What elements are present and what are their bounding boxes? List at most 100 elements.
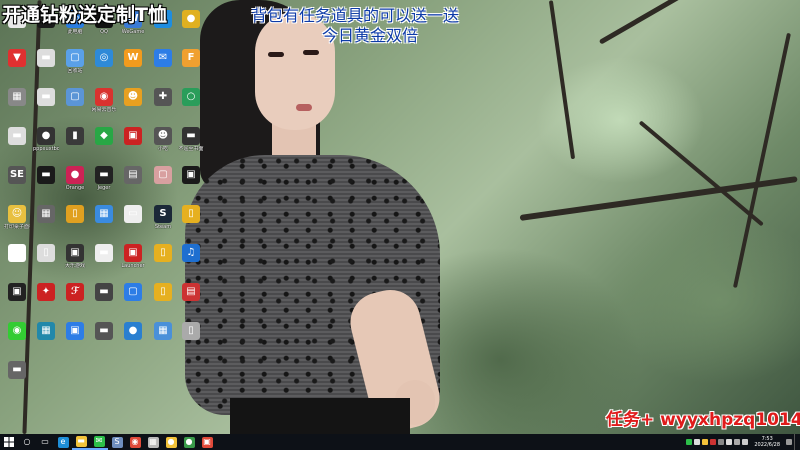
taskbar-media-button[interactable]: ▦	[144, 434, 162, 450]
desktop-icon[interactable]: ◆	[91, 127, 117, 146]
taskbar-chrome-button[interactable]: ◉	[126, 434, 144, 450]
desktop-icon-image: ▦	[37, 205, 55, 223]
tray-network-icon[interactable]	[694, 439, 701, 445]
desktop-icon[interactable]: ☻ 小吃	[150, 127, 176, 152]
desktop-icon-image: SE	[8, 166, 26, 184]
desktop-icon[interactable]: ℱ	[62, 283, 88, 302]
desktop-icon-label: QQ	[100, 29, 108, 35]
desktop-icon[interactable]: ▬	[33, 166, 59, 185]
desktop-wallpaper: ▭ 此电脑 Q QQ W WeGame ↑ ● ▼ ▬ ▢ 回收站 ◎ W ✉ F ▦ ▬ ▢ ◉ 网易云音乐 ☻ ✚ ○ ▬ ●…	[0, 0, 800, 434]
tray-app-icon[interactable]	[718, 439, 725, 445]
person-eye	[268, 52, 284, 57]
desktop-icon[interactable]: ▢	[62, 88, 88, 107]
desktop-icon-image: ▣	[8, 283, 26, 301]
clock-date: 2022/6/28	[754, 442, 780, 448]
desktop-icon[interactable]: ▣	[120, 127, 146, 146]
desktop-icon-image: F	[182, 49, 200, 67]
tray-app-icon[interactable]	[710, 439, 717, 445]
desktop-icon[interactable]: ▼	[4, 49, 30, 68]
desktop-icon[interactable]: ✉	[150, 49, 176, 68]
desktop-icon[interactable]: ▣	[178, 166, 204, 185]
desktop-icon[interactable]: ▣ Launcher	[120, 244, 146, 269]
desktop-icon-image: ▢	[154, 166, 172, 184]
desktop-icon[interactable]: ●pppxuxtbox1xs	[33, 127, 59, 152]
taskbar-steam-button[interactable]: S	[108, 434, 126, 450]
desktop-icon[interactable]: ☺打印桌子面板	[4, 205, 30, 230]
taskbar-app2-button[interactable]: ●	[180, 434, 198, 450]
desktop-icon-image: ▣	[182, 166, 200, 184]
desktop-icon[interactable]: ▭	[120, 205, 146, 224]
desktop-icon[interactable]: ▯	[150, 283, 176, 302]
desktop-icon[interactable]: ▦	[33, 322, 59, 341]
tray-chevron-icon[interactable]	[726, 439, 733, 445]
desktop-icon[interactable]: ▬	[4, 361, 30, 380]
desktop-icon[interactable]: ● Orange	[62, 166, 88, 191]
desktop-icon[interactable]: ▣	[4, 283, 30, 302]
show-desktop-button[interactable]	[794, 434, 798, 450]
taskbar-app3-button[interactable]: ▣	[198, 434, 216, 450]
desktop-icon[interactable]: ✚	[150, 88, 176, 107]
desktop-icon[interactable]: ▦	[91, 205, 117, 224]
taskbar-app-button[interactable]: ●	[162, 434, 180, 450]
desktop-icon[interactable]: ▯	[33, 244, 59, 263]
desktop-icon-image: ▬	[95, 283, 113, 301]
taskbar-file-explorer-button[interactable]: ▬	[72, 434, 90, 450]
desktop-icon[interactable]: ▬	[33, 88, 59, 107]
tray-volume-icon[interactable]	[734, 439, 741, 445]
desktop-icon[interactable]: ●	[4, 244, 30, 263]
desktop-icon[interactable]: ▬	[91, 322, 117, 341]
desktop-icon[interactable]: ▬	[91, 283, 117, 302]
desktop-icon[interactable]: ▯	[62, 205, 88, 224]
start-button[interactable]	[0, 434, 18, 450]
desktop-icon-label: 回收站	[67, 68, 83, 74]
desktop-icon[interactable]: ▤	[120, 166, 146, 185]
desktop-icon[interactable]: S Steam	[150, 205, 176, 230]
desktop-icon[interactable]: W	[120, 49, 146, 68]
person-pants	[230, 398, 410, 434]
desktop-icon[interactable]: ✦	[33, 283, 59, 302]
taskbar-wechat-button[interactable]: ✉	[90, 434, 108, 450]
desktop-icon[interactable]: ◎	[91, 49, 117, 68]
desktop-icon[interactable]: ▬ Jeger	[91, 166, 117, 191]
desktop-icon[interactable]: ♫	[178, 244, 204, 263]
notification-icon[interactable]	[786, 439, 792, 445]
desktop-icon[interactable]: ▬	[91, 244, 117, 263]
tray-app-icon[interactable]	[702, 439, 709, 445]
desktop-icon[interactable]: ▯	[178, 205, 204, 224]
desktop-icon[interactable]: ●	[178, 10, 204, 29]
desktop-icon-image: ▬	[95, 244, 113, 262]
desktop-icon[interactable]: ▣	[62, 322, 88, 341]
desktop-icon[interactable]: ▯	[178, 322, 204, 341]
desktop-icon-image: ☻	[124, 88, 142, 106]
desktop-icon[interactable]: ▦	[150, 322, 176, 341]
desktop-icon[interactable]: ▬ 不遥至书面	[178, 127, 204, 152]
desktop-icon[interactable]: ▤	[178, 283, 204, 302]
taskbar-task-view-button[interactable]: ▭	[36, 434, 54, 450]
app2-icon: ●	[183, 436, 195, 448]
desktop-icon[interactable]: ▦	[33, 205, 59, 224]
taskbar-clock[interactable]: 7:53 2022/6/28	[754, 436, 780, 448]
desktop-icon[interactable]: ▯	[150, 244, 176, 263]
desktop-icon[interactable]: ▢	[120, 283, 146, 302]
desktop-icon[interactable]: ◉ 网易云音乐	[91, 88, 117, 113]
tray-ime-icon[interactable]	[742, 439, 749, 445]
desktop-icon[interactable]: F	[178, 49, 204, 68]
desktop-icon[interactable]: ◉	[4, 322, 30, 341]
desktop-icon[interactable]: ●	[120, 322, 146, 341]
tray-wechat-icon[interactable]	[686, 439, 693, 445]
taskbar-search-button[interactable]: ○	[18, 434, 36, 450]
desktop-icon[interactable]: ▮	[62, 127, 88, 146]
taskbar-edge-button[interactable]: e	[54, 434, 72, 450]
desktop-icon[interactable]: ○	[178, 88, 204, 107]
desktop-icon[interactable]: ▦	[4, 88, 30, 107]
desktop-icon[interactable]: SE	[4, 166, 30, 185]
desktop-icon[interactable]: ▬	[4, 127, 30, 146]
desktop-icon-label: Jeger	[97, 185, 111, 191]
desktop-icon[interactable]: ▢	[150, 166, 176, 185]
desktop-icon[interactable]: ☻	[120, 88, 146, 107]
desktop-icon[interactable]: ▣ 大乐游戏	[62, 244, 88, 269]
desktop-icon[interactable]: ▢ 回收站	[62, 49, 88, 74]
desktop-icon-image: ▯	[182, 322, 200, 340]
desktop-icon-image: ●	[124, 322, 142, 340]
desktop-icon[interactable]: ▬	[33, 49, 59, 68]
